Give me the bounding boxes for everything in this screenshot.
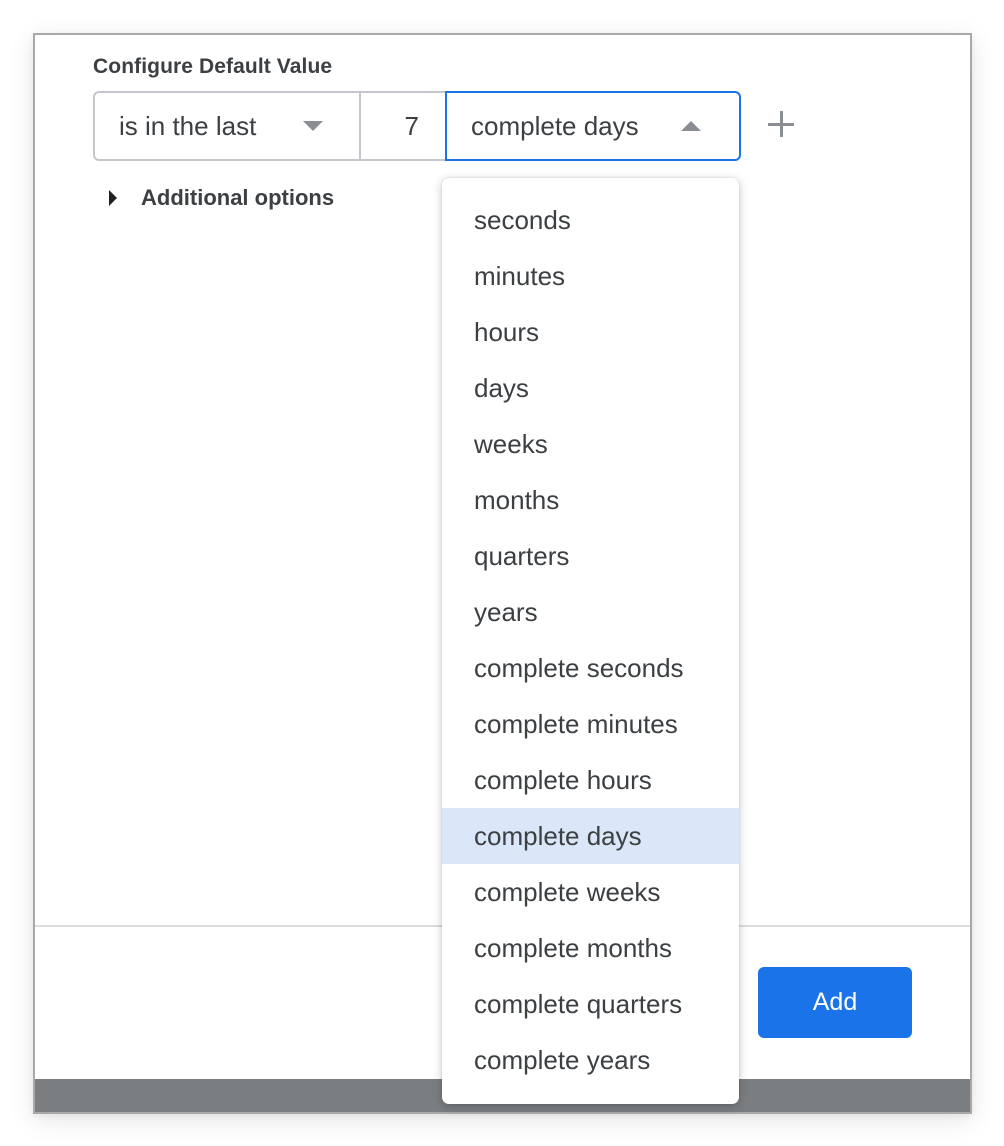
dropdown-option[interactable]: complete minutes xyxy=(442,696,739,752)
dropdown-option[interactable]: years xyxy=(442,584,739,640)
dropdown-option[interactable]: weeks xyxy=(442,416,739,472)
caret-up-icon xyxy=(681,121,701,131)
operator-select-value: is in the last xyxy=(119,110,257,141)
operator-select[interactable]: is in the last xyxy=(93,91,361,161)
number-input-value: 7 xyxy=(404,110,419,141)
filter-controls-row: is in the last 7 complete days xyxy=(93,91,741,161)
dropdown-option[interactable]: complete months xyxy=(442,920,739,976)
dropdown-option[interactable]: complete hours xyxy=(442,752,739,808)
add-button[interactable]: Add xyxy=(758,967,912,1038)
dropdown-option[interactable]: complete seconds xyxy=(442,640,739,696)
dropdown-option[interactable]: quarters xyxy=(442,528,739,584)
additional-options-label: Additional options xyxy=(141,185,335,210)
plus-icon[interactable] xyxy=(768,111,794,137)
dropdown-option[interactable]: complete weeks xyxy=(442,864,739,920)
dropdown-option[interactable]: seconds xyxy=(442,192,739,248)
dropdown-option[interactable]: hours xyxy=(442,304,739,360)
caret-right-icon xyxy=(109,190,117,206)
configure-default-value-label: Configure Default Value xyxy=(93,55,333,78)
dropdown-option[interactable]: complete years xyxy=(442,1032,739,1088)
dropdown-option[interactable]: days xyxy=(442,360,739,416)
dropdown-option[interactable]: complete quarters xyxy=(442,976,739,1032)
dropdown-option[interactable]: months xyxy=(442,472,739,528)
caret-down-icon xyxy=(303,121,323,131)
unit-select-value: complete days xyxy=(471,110,639,141)
unit-select[interactable]: complete days xyxy=(445,91,741,161)
additional-options-toggle[interactable]: Additional options xyxy=(109,185,334,211)
number-input[interactable]: 7 xyxy=(361,91,445,161)
dropdown-option[interactable]: minutes xyxy=(442,248,739,304)
dropdown-option[interactable]: complete days xyxy=(442,808,739,864)
unit-dropdown-menu: seconds minutes hours days weeks months quarte… xyxy=(442,178,739,1104)
